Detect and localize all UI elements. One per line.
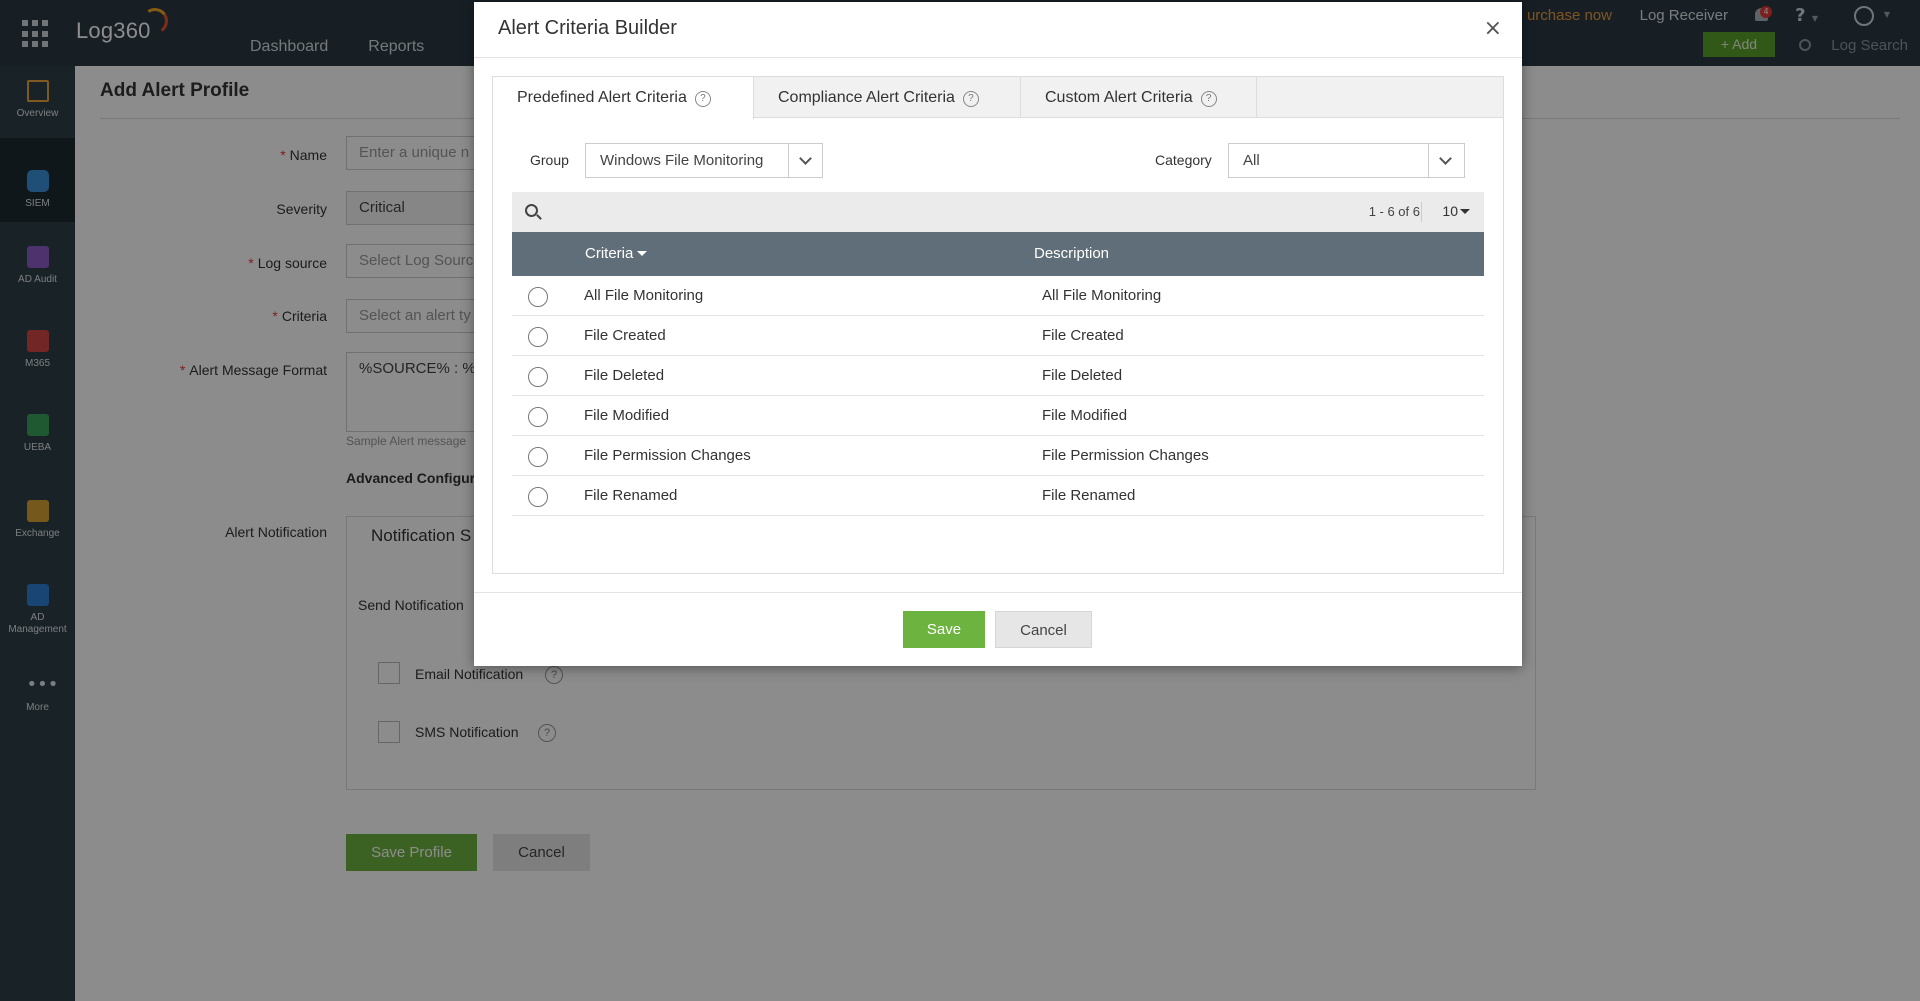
close-icon[interactable]: × <box>1484 16 1502 41</box>
table-row[interactable]: File Modified File Modified <box>512 396 1484 436</box>
modal-cancel-button[interactable]: Cancel <box>995 611 1092 648</box>
modal-header-divider <box>474 57 1522 58</box>
table-row[interactable]: File Renamed File Renamed <box>512 476 1484 516</box>
tab-predefined-alert-criteria[interactable]: Predefined Alert Criteria? <box>493 77 754 119</box>
row-radio[interactable] <box>528 367 548 387</box>
category-label: Category <box>1155 152 1212 168</box>
table-header: Criteria Description <box>512 232 1484 276</box>
toolbar-divider <box>1421 202 1422 222</box>
tab-compliance-alert-criteria[interactable]: Compliance Alert Criteria? <box>754 77 1021 118</box>
category-select[interactable]: All <box>1228 143 1465 178</box>
description-cell: File Permission Changes <box>1042 447 1209 464</box>
criteria-cell: File Deleted <box>584 367 665 384</box>
description-cell: File Modified <box>1042 407 1128 424</box>
criteria-tabs: Predefined Alert Criteria? Compliance Al… <box>493 77 1503 119</box>
pagination-count: 1 - 6 of 6 <box>1368 204 1420 219</box>
predefined-help-icon[interactable]: ? <box>694 91 711 107</box>
tab-custom-alert-criteria[interactable]: Custom Alert Criteria? <box>1021 77 1257 118</box>
page-size-select[interactable]: 10 <box>1442 203 1470 219</box>
criteria-panel: Predefined Alert Criteria? Compliance Al… <box>492 76 1504 574</box>
table-row[interactable]: File Created File Created <box>512 316 1484 356</box>
modal-title: Alert Criteria Builder <box>498 17 677 39</box>
compliance-help-icon[interactable]: ? <box>962 91 979 107</box>
custom-help-icon[interactable]: ? <box>1200 91 1217 107</box>
table-toolbar: 1 - 6 of 6 10 <box>512 192 1484 232</box>
criteria-cell: File Created <box>584 327 666 344</box>
sort-desc-icon <box>637 251 648 256</box>
group-label: Group <box>530 152 569 168</box>
criteria-cell: File Renamed <box>584 487 678 504</box>
save-button[interactable]: Save <box>903 611 985 648</box>
description-cell: File Renamed <box>1042 487 1136 504</box>
row-radio[interactable] <box>528 327 548 347</box>
criteria-cell: File Modified <box>584 407 670 424</box>
criteria-cell: All File Monitoring <box>584 287 704 304</box>
description-cell: All File Monitoring <box>1042 287 1162 304</box>
table-search-icon[interactable] <box>525 204 538 217</box>
group-select[interactable]: Windows File Monitoring <box>585 143 823 178</box>
table-row[interactable]: All File Monitoring All File Monitoring <box>512 276 1484 316</box>
criteria-column-header[interactable]: Criteria <box>585 245 648 262</box>
chevron-down-icon <box>788 144 822 177</box>
description-cell: File Deleted <box>1042 367 1123 384</box>
table-row[interactable]: File Deleted File Deleted <box>512 356 1484 396</box>
row-radio[interactable] <box>528 447 548 467</box>
row-radio[interactable] <box>528 487 548 507</box>
alert-criteria-modal: Alert Criteria Builder × Predefined Aler… <box>474 2 1522 666</box>
table-row[interactable]: File Permission Changes File Permission … <box>512 436 1484 476</box>
chevron-down-icon <box>1428 144 1464 177</box>
row-radio[interactable] <box>528 407 548 427</box>
description-cell: File Created <box>1042 327 1124 344</box>
criteria-cell: File Permission Changes <box>584 447 751 464</box>
row-radio[interactable] <box>528 287 548 307</box>
modal-footer-divider <box>474 592 1522 593</box>
description-column-header: Description <box>1034 245 1110 262</box>
